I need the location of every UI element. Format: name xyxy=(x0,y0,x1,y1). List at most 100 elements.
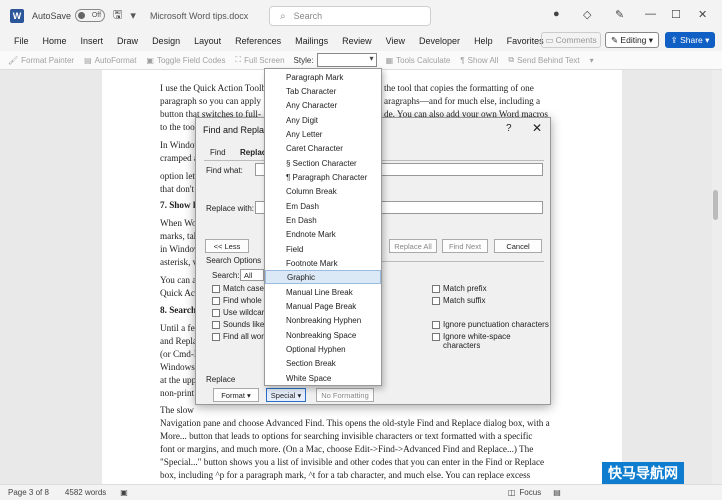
show-all-button[interactable]: ¶ Show All xyxy=(455,56,503,65)
menu-insert[interactable]: Insert xyxy=(74,36,111,46)
special-item-em-dash[interactable]: Em Dash xyxy=(265,199,381,213)
ignore-punctuation-checkbox[interactable] xyxy=(432,321,440,329)
help-icon[interactable]: ? xyxy=(506,123,512,134)
focus-label[interactable]: Focus xyxy=(519,488,541,497)
menu-review[interactable]: Review xyxy=(335,36,379,46)
comments-button[interactable]: ▭ Comments xyxy=(541,32,601,48)
special-item-any-character[interactable]: Any Character xyxy=(265,98,381,112)
special-item-nonbreaking-space[interactable]: Nonbreaking Space xyxy=(265,328,381,342)
special-item-section-character[interactable]: § Section Character xyxy=(265,156,381,170)
match-case-checkbox[interactable] xyxy=(212,285,220,293)
read-mode-icon[interactable]: ▤ xyxy=(553,488,561,497)
special-item-caret-character[interactable]: Caret Character xyxy=(265,141,381,155)
doc-line: cramped a xyxy=(160,153,199,163)
less-button[interactable]: << Less xyxy=(205,239,249,253)
menu-mailings[interactable]: Mailings xyxy=(288,36,335,46)
word-logo-icon: W xyxy=(10,8,24,23)
tools-calculate-button[interactable]: ▦ Tools Calculate xyxy=(381,56,456,65)
editing-button[interactable]: ✎ Editing ▾ xyxy=(605,32,659,48)
save-icon[interactable]: 🖫 xyxy=(113,6,122,25)
autosave-toggle[interactable]: Off xyxy=(75,9,106,22)
special-item-field[interactable]: Field xyxy=(265,242,381,256)
full-screen-button[interactable]: ⛶ Full Screen xyxy=(230,55,289,65)
focus-icon[interactable]: ◫ xyxy=(508,488,516,497)
match-prefix-checkbox[interactable] xyxy=(432,285,440,293)
pilcrow-icon: ¶ xyxy=(460,55,465,65)
close-icon[interactable]: ✕ xyxy=(532,121,542,135)
maximize-icon[interactable]: ☐ xyxy=(671,8,681,21)
customize-toolbar-icon[interactable]: ▾ xyxy=(585,56,599,65)
find-whole-words-checkbox[interactable] xyxy=(212,297,220,305)
doc-line: You can a xyxy=(160,275,197,285)
style-dropdown[interactable] xyxy=(316,53,377,67)
scrollbar-thumb[interactable] xyxy=(713,190,718,220)
format-button[interactable]: Format ▾ xyxy=(213,388,259,402)
ignore-white-space-checkbox[interactable] xyxy=(432,333,440,341)
find-all-word-forms-checkbox[interactable] xyxy=(212,333,220,341)
find-next-button[interactable]: Find Next xyxy=(442,239,488,253)
special-item-endnote-mark[interactable]: Endnote Mark xyxy=(265,227,381,241)
special-item-paragraph-character[interactable]: ¶ Paragraph Character xyxy=(265,170,381,184)
special-button[interactable]: Special ▾ xyxy=(266,388,306,402)
autoformat-icon: ▤ xyxy=(84,55,92,65)
page-count[interactable]: Page 3 of 8 xyxy=(8,488,49,497)
autoformat-button[interactable]: ▤ AutoFormat xyxy=(79,56,141,65)
special-item-en-dash[interactable]: En Dash xyxy=(265,213,381,227)
pen-icon[interactable]: ✎ xyxy=(615,8,624,21)
replace-section-label: Replace xyxy=(206,375,236,384)
document-title: Microsoft Word tips.docx xyxy=(149,10,249,21)
sounds-like-checkbox[interactable] xyxy=(212,321,220,329)
more-icon[interactable]: ▾ xyxy=(130,9,136,22)
special-item-manual-line-break[interactable]: Manual Line Break xyxy=(265,285,381,299)
search-direction-select[interactable]: All xyxy=(240,269,264,281)
tools-calculate-label: Tools Calculate xyxy=(396,55,451,65)
special-item-graphic[interactable]: Graphic xyxy=(265,270,381,284)
no-formatting-button[interactable]: No Formatting xyxy=(316,388,374,402)
toggle-field-codes-button[interactable]: ▣ Toggle Field Codes xyxy=(141,56,230,65)
special-item-nonbreaking-hyphen[interactable]: Nonbreaking Hyphen xyxy=(265,313,381,327)
search-box[interactable]: ⌕ Search xyxy=(269,6,431,26)
menu-layout[interactable]: Layout xyxy=(187,36,228,46)
special-item-paragraph-mark[interactable]: Paragraph Mark xyxy=(265,70,381,84)
status-bar: Page 3 of 8 4582 words ▣ ◫ Focus ▤ xyxy=(0,484,722,500)
doc-line: marks, tal xyxy=(160,231,197,241)
diamond-icon[interactable]: ◇ xyxy=(583,8,591,21)
menu-view[interactable]: View xyxy=(379,36,412,46)
menu-home[interactable]: Home xyxy=(36,36,74,46)
proofing-icon[interactable]: ▣ xyxy=(120,488,128,497)
send-behind-text-button[interactable]: ⧉ Send Behind Text xyxy=(503,55,584,65)
replace-all-button[interactable]: Replace All xyxy=(389,239,437,253)
special-item-any-digit[interactable]: Any Digit xyxy=(265,113,381,127)
special-item-footnote-mark[interactable]: Footnote Mark xyxy=(265,256,381,270)
menu-help[interactable]: Help xyxy=(467,36,500,46)
special-item-any-letter[interactable]: Any Letter xyxy=(265,127,381,141)
user-avatar-icon[interactable]: ● xyxy=(553,8,560,20)
menu-references[interactable]: References xyxy=(228,36,288,46)
minimize-icon[interactable]: — xyxy=(645,8,656,20)
menu-design[interactable]: Design xyxy=(145,36,187,46)
field-codes-icon: ▣ xyxy=(146,55,154,65)
doc-line: the tool that copies the formatting of o… xyxy=(384,83,534,93)
close-window-icon[interactable]: ✕ xyxy=(698,8,707,21)
word-count[interactable]: 4582 words xyxy=(65,488,106,497)
menu-developer[interactable]: Developer xyxy=(412,36,467,46)
special-item-white-space[interactable]: White Space xyxy=(265,371,381,385)
special-item-section-break[interactable]: Section Break xyxy=(265,356,381,370)
use-wildcards-checkbox[interactable] xyxy=(212,309,220,317)
special-item-column-break[interactable]: Column Break xyxy=(265,184,381,198)
vertical-scrollbar[interactable] xyxy=(712,70,722,484)
tab-find[interactable]: Find xyxy=(210,148,226,157)
chevron-down-icon: ▾ xyxy=(646,34,654,45)
menu-draw[interactable]: Draw xyxy=(110,36,145,46)
special-item-manual-page-break[interactable]: Manual Page Break xyxy=(265,299,381,313)
special-item-tab-character[interactable]: Tab Character xyxy=(265,84,381,98)
doc-line: asterisk, v xyxy=(160,257,198,267)
cancel-button[interactable]: Cancel xyxy=(494,239,542,253)
format-painter-button[interactable]: 🖌 Format Painter xyxy=(0,56,79,65)
menu-file[interactable]: File xyxy=(0,36,36,46)
special-item-optional-hyphen[interactable]: Optional Hyphen xyxy=(265,342,381,356)
doc-line: non-print xyxy=(160,388,195,398)
toggle-field-codes-label: Toggle Field Codes xyxy=(156,55,226,65)
match-suffix-checkbox[interactable] xyxy=(432,297,440,305)
share-button[interactable]: ⇪ Share ▾ xyxy=(665,32,715,48)
